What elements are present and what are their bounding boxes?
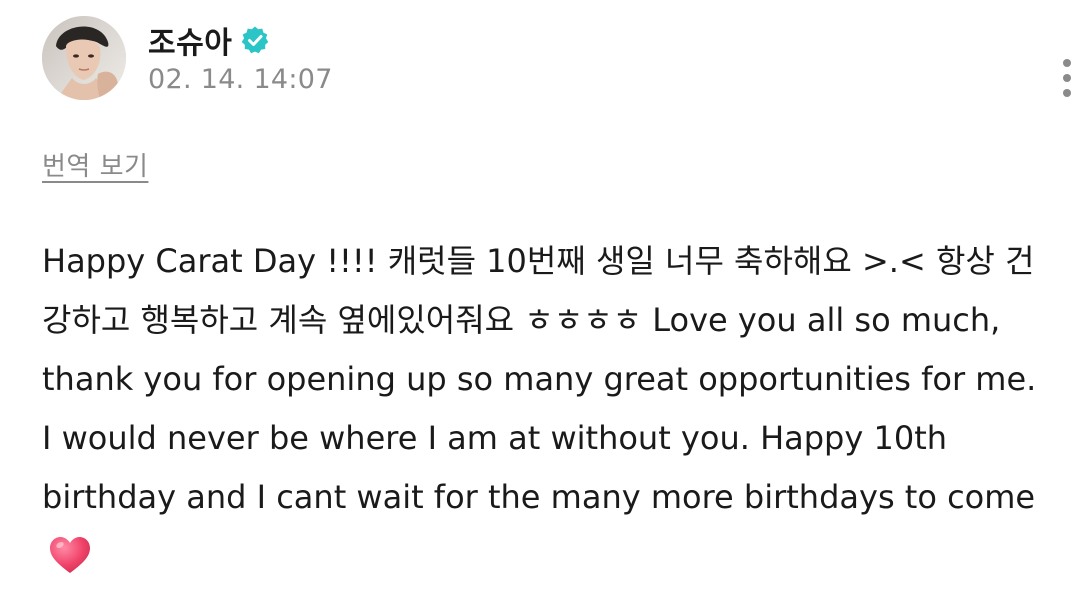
more-dot — [1063, 74, 1071, 82]
author-avatar[interactable] — [42, 16, 126, 100]
post-body: Happy Carat Day !!!! 캐럿들 10번째 생일 너무 축하해요… — [42, 232, 1042, 586]
more-dot — [1063, 59, 1071, 67]
post-card: 조슈아 02. 14. 14:07 번역 보기 Happy Carat Day … — [0, 0, 1080, 606]
author-name-row: 조슈아 — [148, 18, 333, 62]
author-info: 조슈아 02. 14. 14:07 — [148, 20, 333, 95]
avatar-photo-icon — [42, 16, 126, 100]
heart-icon — [48, 535, 92, 575]
verified-badge-icon — [240, 25, 270, 55]
post-header: 조슈아 02. 14. 14:07 — [42, 16, 1071, 102]
translate-link[interactable]: 번역 보기 — [42, 146, 148, 183]
more-dot — [1063, 89, 1071, 97]
post-body-text: Happy Carat Day !!!! 캐럿들 10번째 생일 너무 축하해요… — [42, 242, 1037, 516]
author-name[interactable]: 조슈아 — [148, 18, 232, 62]
more-options-icon[interactable] — [1050, 50, 1080, 106]
post-timestamp: 02. 14. 14:07 — [148, 64, 333, 95]
